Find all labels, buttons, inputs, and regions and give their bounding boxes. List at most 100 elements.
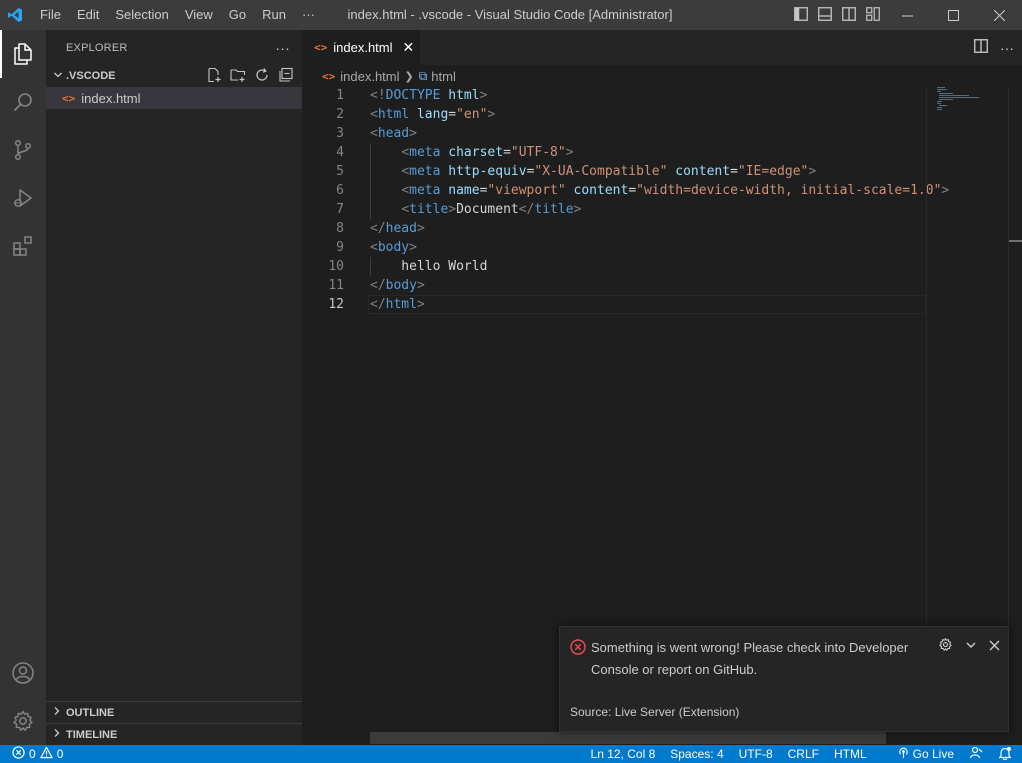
search-icon[interactable] — [0, 78, 46, 126]
new-folder-icon[interactable] — [230, 67, 246, 86]
warning-count: 0 — [56, 747, 64, 761]
explorer-more-button[interactable]: ··· — [275, 40, 290, 56]
explorer-header: EXPLORER ··· — [46, 30, 302, 65]
toggle-panel-icon[interactable] — [818, 6, 832, 24]
line-content: <head> — [370, 126, 417, 141]
line-content: </html> — [370, 297, 425, 312]
run-debug-icon[interactable] — [0, 174, 46, 222]
code-line[interactable]: 8 </head> — [302, 219, 926, 238]
indent-guide — [370, 257, 371, 276]
close-tab-icon[interactable]: ✕ — [403, 39, 415, 56]
line-content: hello World — [370, 259, 488, 274]
timeline-label: TIMELINE — [66, 728, 118, 741]
indentation[interactable]: Spaces: 4 — [670, 747, 723, 761]
maximize-button[interactable] — [930, 0, 976, 30]
title-bar: File Edit Selection View Go Run ··· inde… — [0, 0, 1022, 30]
manage-gear-icon[interactable] — [0, 697, 46, 745]
html-file-icon: <> — [314, 41, 328, 54]
line-content: <meta charset="UTF-8"> — [401, 145, 574, 160]
collapse-notification-chevron-down-icon[interactable] — [965, 639, 977, 654]
chevron-down-icon — [50, 70, 66, 83]
horizontal-scrollbar[interactable] — [370, 732, 886, 744]
line-number: 12 — [328, 297, 344, 312]
vscode-logo-icon — [0, 0, 30, 30]
customize-layout-icon[interactable] — [866, 6, 880, 24]
cursor-position[interactable]: Ln 12, Col 8 — [591, 747, 656, 761]
menu-run[interactable]: Run — [254, 0, 294, 30]
status-right: Ln 12, Col 8 Spaces: 4 UTF-8 CRLF HTML G… — [576, 745, 1012, 763]
minimize-button[interactable] — [884, 0, 930, 30]
breadcrumb-symbol[interactable]: html — [431, 69, 456, 84]
tab-index-html[interactable]: <> index.html ✕ — [302, 30, 420, 65]
code-line[interactable]: 7 <title>Document</title> — [302, 200, 926, 219]
line-content: <!DOCTYPE html> — [370, 88, 488, 103]
split-editor-icon[interactable] — [974, 39, 988, 56]
code-line[interactable]: 11 </body> — [302, 276, 926, 295]
vertical-scrollbar[interactable] — [1008, 86, 1022, 726]
line-number: 6 — [336, 183, 344, 198]
warning-icon — [40, 746, 53, 762]
chevron-right-icon — [52, 728, 66, 741]
code-line[interactable]: 5 <meta http-equiv="X-UA-Compatible" con… — [302, 162, 926, 181]
current-line-highlight — [368, 295, 926, 314]
code-line[interactable]: 12 </html> — [302, 295, 926, 314]
line-content: <html lang="en"> — [370, 107, 496, 122]
outline-section[interactable]: OUTLINE — [46, 701, 302, 723]
notifications-bell-icon[interactable] — [998, 746, 1012, 763]
explorer-icon[interactable] — [0, 30, 46, 78]
feedback-person-icon[interactable] — [969, 746, 983, 763]
code-line[interactable]: 1 <!DOCTYPE html> — [302, 86, 926, 105]
chevron-right-icon: ❯ — [404, 70, 414, 83]
source-control-icon[interactable] — [0, 126, 46, 174]
encoding[interactable]: UTF-8 — [739, 747, 773, 761]
line-content: <title>Document</title> — [401, 202, 582, 217]
html-file-icon: <> — [322, 69, 336, 83]
file-item-index-html[interactable]: <> index.html — [46, 87, 302, 109]
accounts-icon[interactable] — [0, 649, 46, 697]
extensions-icon[interactable] — [0, 222, 46, 270]
menu-edit[interactable]: Edit — [69, 0, 107, 30]
collapse-all-icon[interactable] — [278, 67, 294, 86]
close-notification-icon[interactable] — [989, 639, 1000, 654]
notification-settings-gear-icon[interactable] — [938, 637, 953, 655]
new-file-icon[interactable] — [206, 67, 222, 86]
notification-source: Source: Live Server (Extension) — [570, 705, 740, 719]
code-line[interactable]: 4 <meta charset="UTF-8"> — [302, 143, 926, 162]
language-mode[interactable]: HTML — [834, 747, 867, 761]
line-number: 4 — [336, 145, 344, 160]
problems-indicator[interactable]: 0 0 — [0, 746, 63, 762]
symbol-element-icon: ⧉ — [418, 68, 428, 83]
code-line[interactable]: 10 hello World — [302, 257, 926, 276]
line-content: </head> — [370, 221, 425, 236]
menu-selection[interactable]: Selection — [107, 0, 176, 30]
go-live-label: Go Live — [912, 747, 954, 761]
code-line[interactable]: 3 <head> — [302, 124, 926, 143]
timeline-section[interactable]: TIMELINE — [46, 723, 302, 745]
status-bar: 0 0 Ln 12, Col 8 Spaces: 4 UTF-8 CRLF HT… — [0, 745, 1022, 763]
window-controls — [884, 0, 1022, 30]
code-line[interactable]: 2 <html lang="en"> — [302, 105, 926, 124]
toggle-secondary-sidebar-icon[interactable] — [842, 6, 856, 24]
toggle-primary-sidebar-icon[interactable] — [794, 6, 808, 24]
notification-actions — [938, 637, 1000, 655]
error-icon — [570, 639, 586, 658]
menu-go[interactable]: Go — [221, 0, 254, 30]
refresh-icon[interactable] — [254, 67, 270, 86]
explorer-title: EXPLORER — [66, 41, 128, 54]
notification-message: Something is went wrong! Please check in… — [591, 640, 909, 677]
code-line[interactable]: 9 <body> — [302, 238, 926, 257]
menu-file[interactable]: File — [32, 0, 69, 30]
code-line[interactable]: 6 <meta name="viewport" content="width=d… — [302, 181, 949, 200]
menu-view[interactable]: View — [177, 0, 221, 30]
tab-label: index.html — [333, 40, 393, 55]
close-window-button[interactable] — [976, 0, 1022, 30]
end-of-line[interactable]: CRLF — [788, 747, 819, 761]
folder-vscode[interactable]: .VSCODE — [46, 65, 302, 87]
menu-bar: File Edit Selection View Go Run ··· — [32, 0, 323, 30]
menu-more[interactable]: ··· — [294, 0, 323, 30]
folder-name: .VSCODE — [66, 70, 116, 82]
breadcrumb-file[interactable]: index.html — [340, 69, 399, 84]
layout-controls — [794, 0, 880, 30]
go-live-button[interactable]: Go Live — [882, 746, 954, 762]
editor-more-icon[interactable]: ··· — [1000, 40, 1014, 56]
